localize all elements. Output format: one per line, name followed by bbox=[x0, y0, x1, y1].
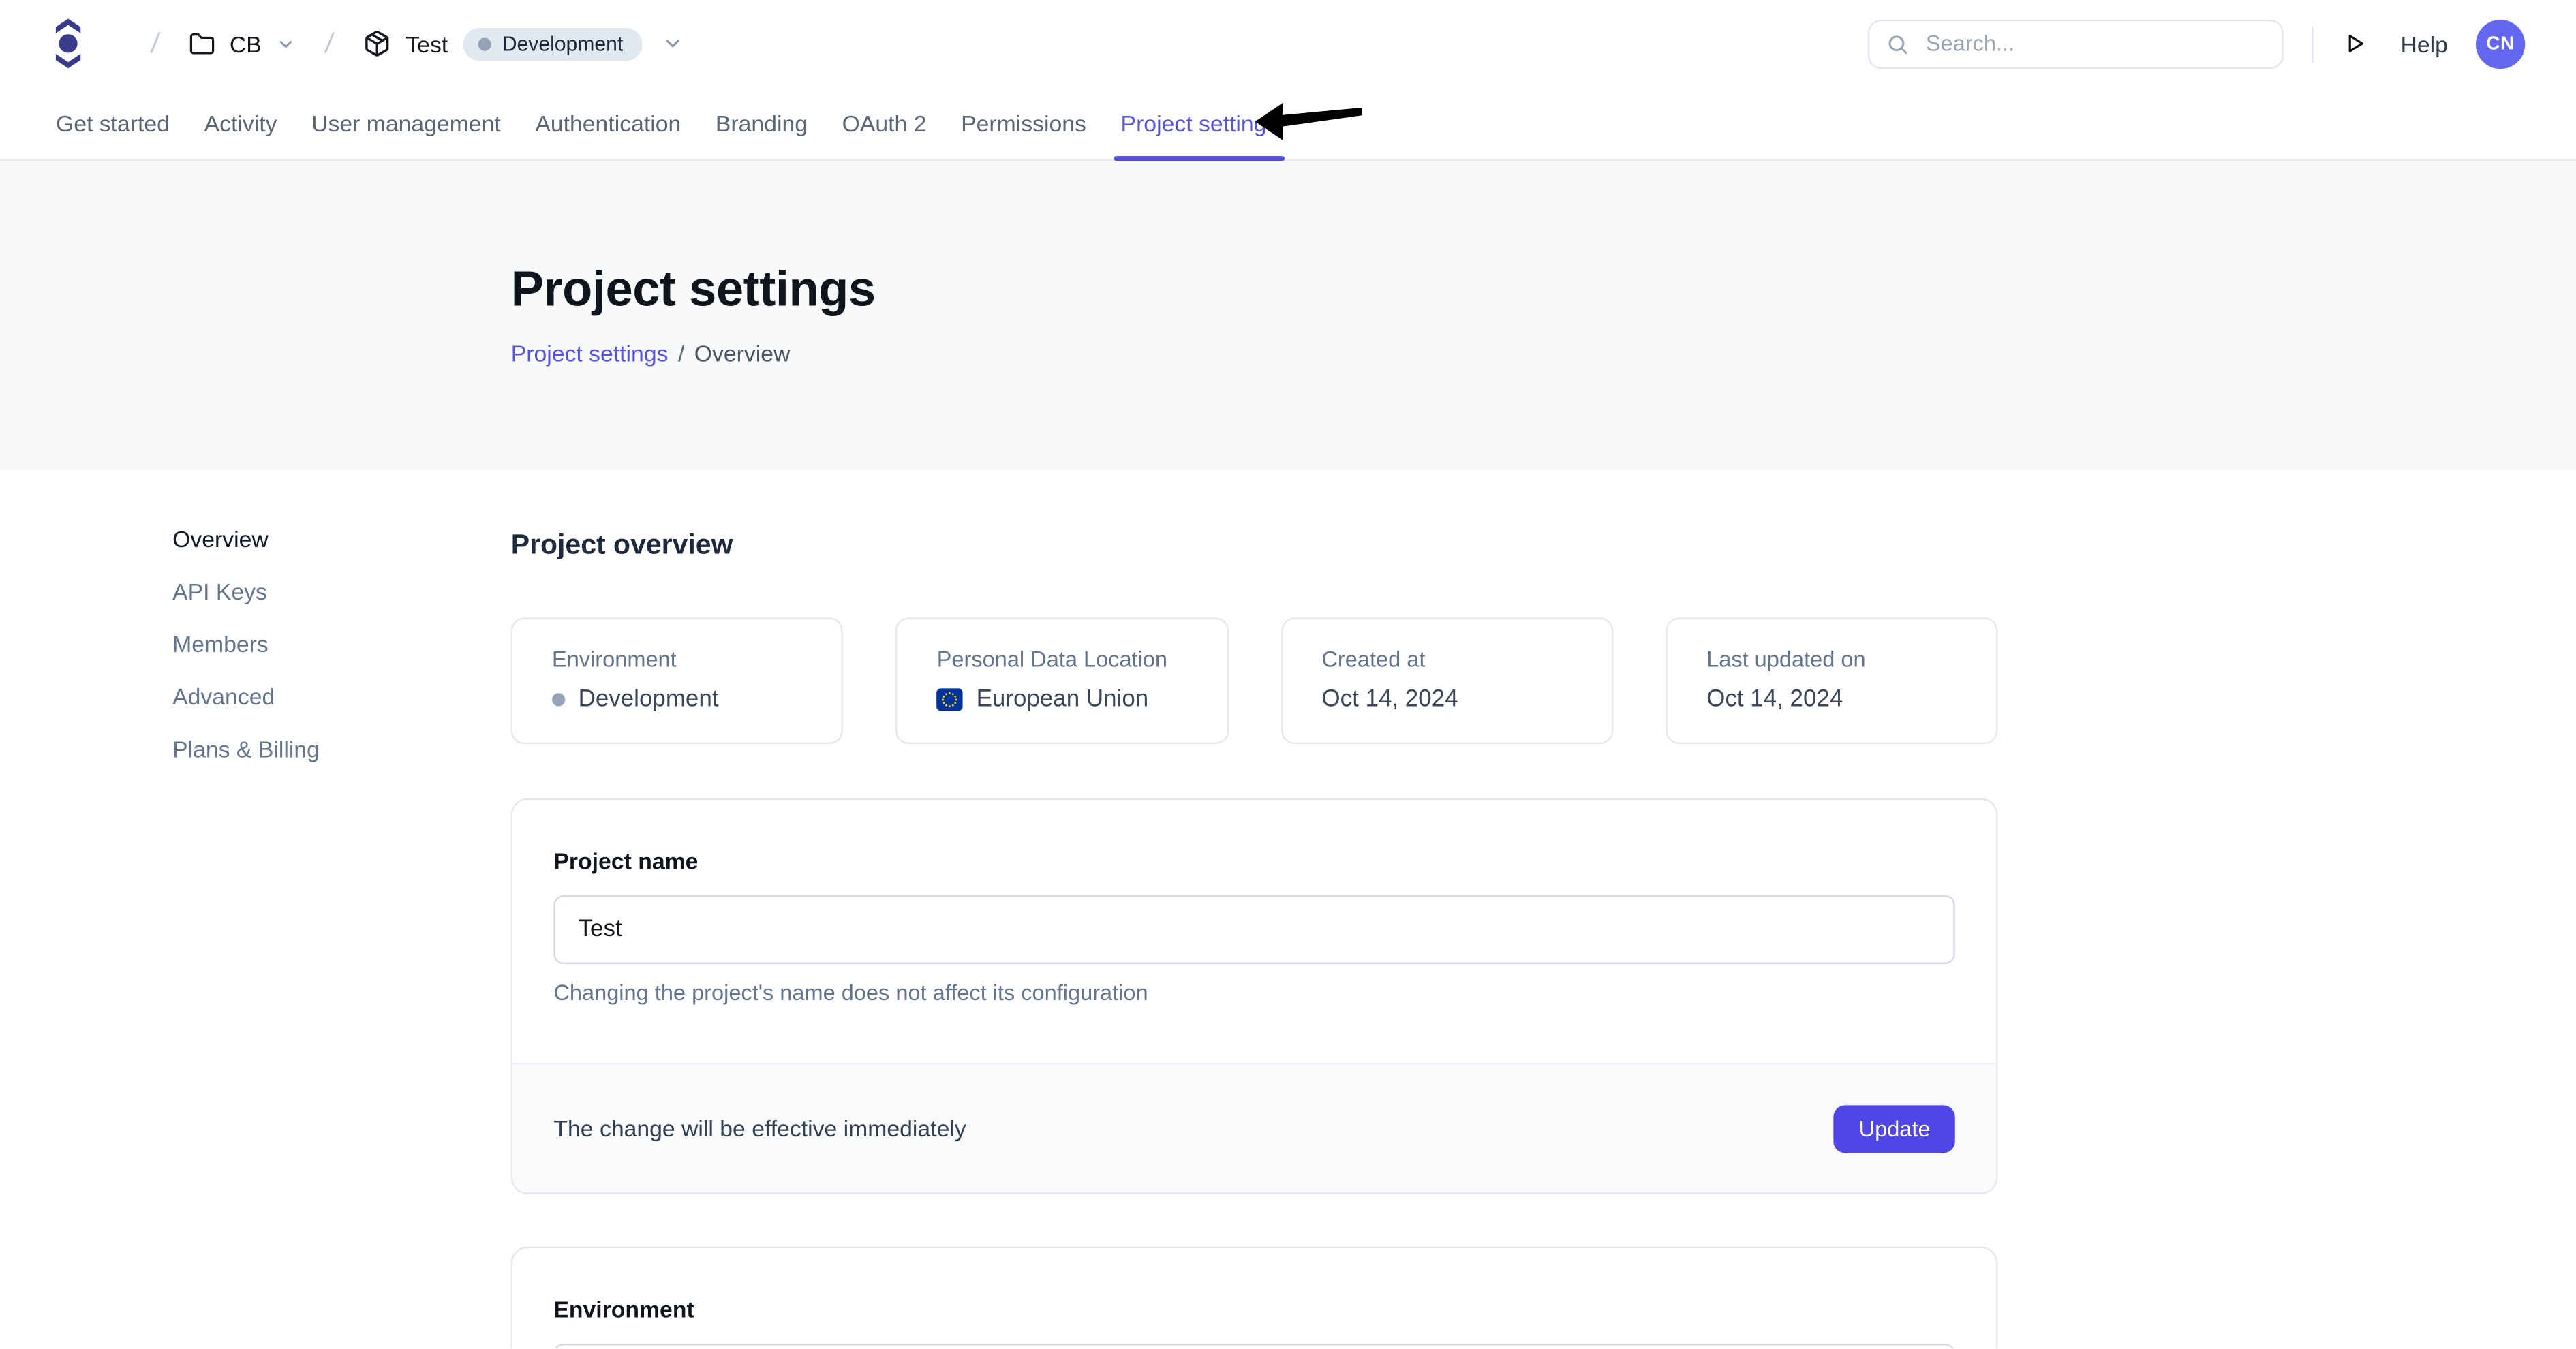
breadcrumb-separator: / bbox=[678, 340, 684, 367]
sidebar-item-overview[interactable]: Overview bbox=[172, 527, 320, 551]
section-title: Project overview bbox=[511, 469, 1998, 561]
search-icon bbox=[1886, 32, 1910, 55]
eu-flag-icon bbox=[937, 688, 964, 711]
search-input[interactable] bbox=[1922, 29, 2266, 57]
org-switcher[interactable]: CB bbox=[189, 31, 296, 57]
info-card-label: Environment bbox=[552, 647, 806, 672]
status-dot-icon bbox=[478, 37, 491, 50]
tab-branding[interactable]: Branding bbox=[714, 87, 809, 159]
package-icon bbox=[363, 29, 391, 57]
info-card-value: Development bbox=[579, 687, 719, 713]
breadcrumb-separator: / bbox=[149, 27, 161, 60]
environment-card: Environment Development bbox=[511, 1247, 1998, 1349]
info-card-label: Personal Data Location bbox=[937, 647, 1191, 672]
tab-authentication[interactable]: Authentication bbox=[534, 87, 683, 159]
project-name-card-footer: The change will be effective immediately… bbox=[512, 1063, 1996, 1192]
breadcrumb-separator: / bbox=[323, 27, 335, 60]
logo-icon bbox=[55, 18, 82, 69]
project-switcher[interactable]: Test Development bbox=[363, 27, 684, 60]
topbar-actions: Help CN bbox=[1868, 19, 2525, 68]
divider bbox=[2312, 25, 2313, 61]
sidebar-item-api-keys[interactable]: API Keys bbox=[172, 580, 320, 603]
info-card-environment: Environment Development bbox=[511, 617, 844, 744]
breadcrumb-link-project-settings[interactable]: Project settings bbox=[511, 340, 669, 367]
app-window: / CB / Test Development bbox=[0, 0, 2576, 1349]
help-link[interactable]: Help bbox=[2401, 31, 2448, 57]
info-card-label: Created at bbox=[1321, 647, 1575, 672]
status-dot-icon bbox=[552, 693, 565, 706]
org-label: CB bbox=[230, 31, 262, 57]
content-area: Overview API Keys Members Advanced Plans… bbox=[0, 469, 2576, 1349]
info-card-value: Oct 14, 2024 bbox=[1706, 687, 1843, 713]
folder-icon bbox=[189, 31, 215, 57]
topbar: / CB / Test Development bbox=[0, 0, 2576, 87]
tab-user-management[interactable]: User management bbox=[310, 87, 502, 159]
environment-badge: Development bbox=[463, 27, 643, 60]
environment-label: Environment bbox=[553, 1296, 1954, 1322]
tab-activity[interactable]: Activity bbox=[202, 87, 279, 159]
sidebar-item-plans-billing[interactable]: Plans & Billing bbox=[172, 737, 320, 760]
sidebar-item-advanced[interactable]: Advanced bbox=[172, 685, 320, 708]
info-card-last-updated: Last updated on Oct 14, 2024 bbox=[1666, 617, 1998, 744]
environment-select[interactable]: Development bbox=[553, 1344, 1954, 1349]
sidebar-item-members[interactable]: Members bbox=[172, 632, 320, 655]
settings-main: Project overview Environment Development… bbox=[511, 469, 1998, 1349]
project-label: Test bbox=[405, 31, 448, 57]
page-title: Project settings bbox=[511, 161, 2576, 318]
info-card-value: European Union bbox=[977, 687, 1149, 713]
page-header: Project settings Project settings / Over… bbox=[0, 161, 2576, 469]
tab-permissions[interactable]: Permissions bbox=[960, 87, 1088, 159]
info-card-created-at: Created at Oct 14, 2024 bbox=[1281, 617, 1613, 744]
project-name-card: Project name Changing the project's name… bbox=[511, 798, 1998, 1194]
chevron-down-icon bbox=[662, 33, 684, 54]
settings-sidebar: Overview API Keys Members Advanced Plans… bbox=[172, 527, 320, 760]
info-card-data-location: Personal Data Location European Union bbox=[895, 617, 1228, 744]
annotation-arrow-icon bbox=[1252, 97, 1367, 146]
footer-note: The change will be effective immediately bbox=[553, 1115, 966, 1142]
chevron-down-icon bbox=[276, 33, 296, 53]
environment-badge-label: Development bbox=[502, 32, 624, 55]
topbar-breadcrumbs: / CB / Test Development bbox=[55, 18, 684, 69]
avatar-initials: CN bbox=[2486, 33, 2515, 53]
project-name-label: Project name bbox=[553, 848, 1954, 874]
update-button[interactable]: Update bbox=[1834, 1104, 1954, 1152]
tab-oauth2[interactable]: OAuth 2 bbox=[840, 87, 928, 159]
avatar[interactable]: CN bbox=[2476, 19, 2525, 68]
run-button[interactable] bbox=[2340, 28, 2371, 59]
info-card-row: Environment Development Personal Data Lo… bbox=[511, 617, 1998, 744]
breadcrumb-current: Overview bbox=[694, 340, 791, 367]
info-card-label: Last updated on bbox=[1706, 647, 1960, 672]
tab-get-started[interactable]: Get started bbox=[55, 87, 172, 159]
info-card-value: Oct 14, 2024 bbox=[1321, 687, 1458, 713]
project-name-input[interactable] bbox=[553, 895, 1954, 964]
project-name-helper: Changing the project's name does not aff… bbox=[553, 980, 1954, 1005]
page-breadcrumb: Project settings / Overview bbox=[511, 340, 2576, 367]
app-logo[interactable] bbox=[55, 18, 82, 69]
search-box[interactable] bbox=[1868, 19, 2284, 68]
play-icon bbox=[2343, 31, 2367, 56]
